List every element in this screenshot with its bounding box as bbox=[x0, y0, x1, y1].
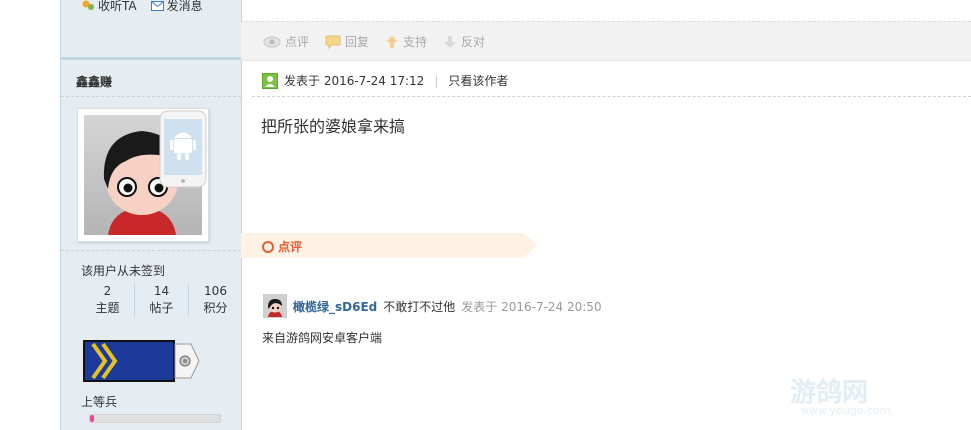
comment-text: 不敢打不过他 bbox=[383, 299, 456, 314]
avatar[interactable] bbox=[77, 108, 209, 242]
speech-bubble-icon bbox=[325, 35, 341, 49]
rank-progress-fill bbox=[90, 415, 94, 422]
stat-value: 14 bbox=[153, 284, 170, 298]
rank-progress-bar bbox=[89, 414, 221, 423]
commenter-avatar-image bbox=[264, 295, 286, 317]
rank-name: 上等兵 bbox=[81, 395, 118, 409]
dashed-divider bbox=[252, 96, 971, 97]
oppose-button[interactable]: 反对 bbox=[443, 33, 485, 50]
eye-icon bbox=[263, 36, 281, 47]
stat-points[interactable]: 106 积分 bbox=[189, 283, 242, 317]
stat-label: 主题 bbox=[95, 301, 120, 315]
arrow-down-icon bbox=[444, 35, 457, 48]
reply-label: 回复 bbox=[345, 35, 370, 49]
stat-value: 2 bbox=[103, 284, 112, 298]
commenter-name[interactable]: 橄榄绿_sD6Ed bbox=[293, 298, 377, 315]
divider: | bbox=[434, 73, 439, 88]
dashed-divider bbox=[61, 250, 241, 251]
post-actions: 点评 回复 支持 反对 bbox=[263, 33, 485, 50]
author-name[interactable]: 鑫鑫赚 bbox=[76, 73, 112, 90]
circle-icon bbox=[262, 240, 274, 253]
send-message-button[interactable]: 发消息 bbox=[150, 0, 203, 14]
mail-icon bbox=[150, 0, 164, 11]
rank-badge-icon bbox=[83, 340, 200, 382]
stat-threads[interactable]: 2 主题 bbox=[81, 283, 135, 317]
author-only-link[interactable]: 只看该作者 bbox=[448, 72, 508, 89]
listen-button[interactable]: 收听TA bbox=[81, 0, 137, 14]
avatar-image bbox=[84, 110, 207, 235]
stat-label: 积分 bbox=[203, 301, 228, 315]
stat-label: 帖子 bbox=[149, 301, 174, 315]
author-actions: 收听TA 发消息 bbox=[81, 0, 203, 14]
reply-button[interactable]: 回复 bbox=[325, 33, 369, 50]
arrow-up-icon bbox=[386, 35, 399, 48]
watermark-url: www.youge.com bbox=[800, 404, 891, 417]
post-action-bar: 点评 回复 支持 反对 bbox=[241, 21, 971, 61]
stat-value: 106 bbox=[204, 284, 227, 298]
comment-label: 点评 bbox=[285, 35, 310, 49]
support-label: 支持 bbox=[403, 35, 428, 49]
post-source: 来自游鸽网安卓客户端 bbox=[262, 331, 383, 345]
stat-posts[interactable]: 14 帖子 bbox=[135, 283, 189, 317]
sidebar-divider bbox=[61, 57, 241, 60]
support-button[interactable]: 支持 bbox=[385, 33, 427, 50]
listen-icon bbox=[82, 0, 94, 10]
comment-time: 发表于 2016-7-24 20:50 bbox=[461, 299, 602, 314]
author-stats: 2 主题 14 帖子 106 积分 bbox=[81, 283, 242, 317]
review-label: 点评 bbox=[278, 240, 303, 254]
dashed-divider bbox=[61, 96, 241, 97]
message-label: 发消息 bbox=[166, 0, 203, 13]
review-header: 点评 bbox=[262, 238, 302, 255]
author-online-icon bbox=[262, 72, 278, 89]
post-header: 发表于 2016-7-24 17:12 | 只看该作者 bbox=[262, 72, 508, 89]
review-comment: 橄榄绿_sD6Ed 不敢打不过他 发表于 2016-7-24 20:50 bbox=[263, 294, 602, 318]
post-content: 把所张的婆娘拿来搞 bbox=[261, 117, 406, 136]
author-sidebar: 收听TA 发消息 鑫鑫赚 该用户从未签到 2 主题 14 帖子 106 积分 上… bbox=[60, 0, 242, 430]
listen-label: 收听TA bbox=[98, 0, 137, 13]
oppose-label: 反对 bbox=[461, 35, 486, 49]
signin-status: 该用户从未签到 bbox=[81, 264, 166, 278]
post-timestamp: 发表于 2016-7-24 17:12 bbox=[284, 74, 425, 88]
comment-button[interactable]: 点评 bbox=[263, 33, 309, 50]
commenter-avatar[interactable] bbox=[263, 294, 287, 318]
